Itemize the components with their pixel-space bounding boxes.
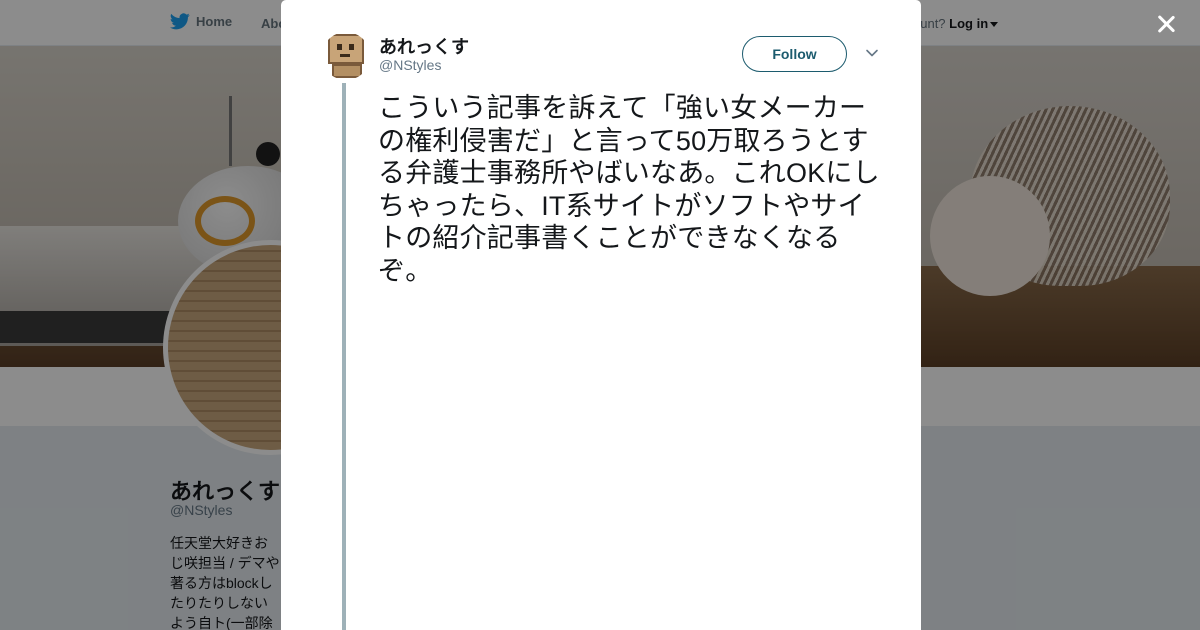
tweet-text: こういう記事を訴えて「強い女メーカーの権利侵害だ」と言って50万取ろうとする弁護… — [378, 93, 880, 286]
thread-line — [342, 83, 346, 630]
author-avatar[interactable] — [322, 32, 370, 80]
author-handle[interactable]: @NStyles — [379, 57, 441, 73]
author-name[interactable]: あれっくす — [379, 33, 469, 59]
tweet-modal: あれっくす @NStyles Follow こういう記事を訴えて「強い女メーカー… — [281, 0, 921, 630]
chevron-down-icon[interactable] — [865, 46, 879, 60]
close-icon[interactable] — [1153, 11, 1179, 37]
follow-button[interactable]: Follow — [742, 36, 847, 72]
